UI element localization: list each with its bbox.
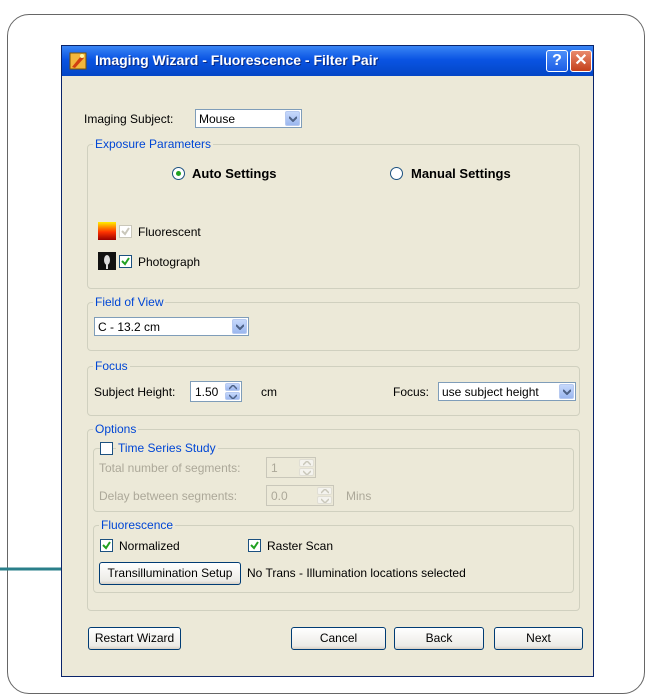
imaging-subject-value: Mouse xyxy=(199,112,236,126)
spinner-down-icon[interactable] xyxy=(225,392,240,400)
check-icon xyxy=(102,541,111,550)
title-bar: Imaging Wizard - Fluorescence - Filter P… xyxy=(62,46,593,76)
time-series-label: Time Series Study xyxy=(116,441,218,455)
close-button[interactable]: ✕ xyxy=(570,50,592,72)
chevron-down-icon xyxy=(559,384,574,399)
subject-height-unit: cm xyxy=(261,385,277,399)
focus-mode-select[interactable]: use subject height xyxy=(438,382,576,401)
transillumination-setup-button[interactable]: Transillumination Setup xyxy=(99,562,241,585)
spinner-down-icon[interactable] xyxy=(317,496,332,504)
auto-settings-label: Auto Settings xyxy=(192,166,277,181)
spinner-up-icon[interactable] xyxy=(225,383,240,391)
options-legend: Options xyxy=(93,422,139,436)
segments-spinner[interactable]: 1 xyxy=(266,457,316,478)
delay-unit: Mins xyxy=(346,489,372,503)
spinner-down-icon[interactable] xyxy=(299,468,314,476)
photograph-checkbox[interactable] xyxy=(119,255,132,268)
photograph-mouse-icon xyxy=(98,252,116,270)
next-button[interactable]: Next xyxy=(494,627,583,650)
cancel-button[interactable]: Cancel xyxy=(291,627,386,650)
focus-legend: Focus xyxy=(93,359,130,373)
chevron-down-icon xyxy=(232,319,247,334)
time-series-group: Time Series Study Total number of segmen… xyxy=(93,441,574,512)
exposure-parameters-group: Exposure Parameters Auto Settings Manual… xyxy=(87,137,580,289)
manual-settings-label: Manual Settings xyxy=(411,166,511,181)
options-group: Options Time Series Study Total number o… xyxy=(87,422,580,611)
check-icon xyxy=(250,541,259,550)
delay-value: 0.0 xyxy=(271,489,288,503)
delay-spinner[interactable]: 0.0 xyxy=(266,485,334,506)
segments-label: Total number of segments: xyxy=(99,461,241,475)
imaging-wizard-dialog: Imaging Wizard - Fluorescence - Filter P… xyxy=(61,45,594,677)
auto-settings-radio[interactable] xyxy=(172,167,185,180)
wizard-app-icon xyxy=(69,52,87,70)
exposure-parameters-legend: Exposure Parameters xyxy=(93,137,214,151)
help-icon: ? xyxy=(552,52,562,69)
focus-mode-value: use subject height xyxy=(442,385,539,399)
subject-height-spinner[interactable]: 1.50 xyxy=(190,381,242,402)
spinner-up-icon[interactable] xyxy=(317,487,332,495)
raster-scan-label: Raster Scan xyxy=(267,539,334,553)
manual-settings-radio[interactable] xyxy=(390,167,403,180)
field-of-view-group: Field of View C - 13.2 cm xyxy=(87,295,580,351)
close-icon: ✕ xyxy=(574,52,588,69)
spinner-up-icon[interactable] xyxy=(299,459,314,467)
raster-scan-checkbox[interactable] xyxy=(248,539,261,552)
focus-group: Focus Subject Height: 1.50 cm Focus: use… xyxy=(87,359,580,416)
imaging-subject-select[interactable]: Mouse xyxy=(195,109,302,128)
field-of-view-legend: Field of View xyxy=(93,295,166,309)
fluorescent-gradient-icon xyxy=(98,222,116,240)
radio-selected-dot xyxy=(176,171,181,176)
field-of-view-select[interactable]: C - 13.2 cm xyxy=(94,317,249,336)
fluorescence-legend: Fluorescence xyxy=(99,518,176,532)
subject-height-label: Subject Height: xyxy=(94,385,176,399)
transillumination-status: No Trans - Illumination locations select… xyxy=(247,566,466,580)
check-icon xyxy=(121,227,130,236)
normalized-checkbox[interactable] xyxy=(100,539,113,552)
fluorescent-label: Fluorescent xyxy=(138,225,201,239)
time-series-checkbox[interactable] xyxy=(100,442,113,455)
help-button[interactable]: ? xyxy=(546,50,568,72)
restart-wizard-button[interactable]: Restart Wizard xyxy=(88,627,181,650)
field-of-view-value: C - 13.2 cm xyxy=(98,320,161,334)
imaging-subject-label: Imaging Subject: xyxy=(84,112,174,126)
back-button[interactable]: Back xyxy=(394,627,484,650)
subject-height-value: 1.50 xyxy=(195,385,219,399)
normalized-label: Normalized xyxy=(119,539,180,553)
window-title: Imaging Wizard - Fluorescence - Filter P… xyxy=(95,52,379,68)
focus-mode-label: Focus: xyxy=(393,385,430,399)
fluorescent-checkbox[interactable] xyxy=(119,225,132,238)
segments-value: 1 xyxy=(271,461,278,475)
check-icon xyxy=(121,257,130,266)
delay-label: Delay between segments: xyxy=(99,489,238,503)
photograph-label: Photograph xyxy=(138,255,201,269)
chevron-down-icon xyxy=(285,111,300,126)
dialog-body: Imaging Subject: Mouse Exposure Paramete… xyxy=(66,76,589,672)
fluorescence-group: Fluorescence Normalized Raster Scan Tran… xyxy=(93,518,574,593)
